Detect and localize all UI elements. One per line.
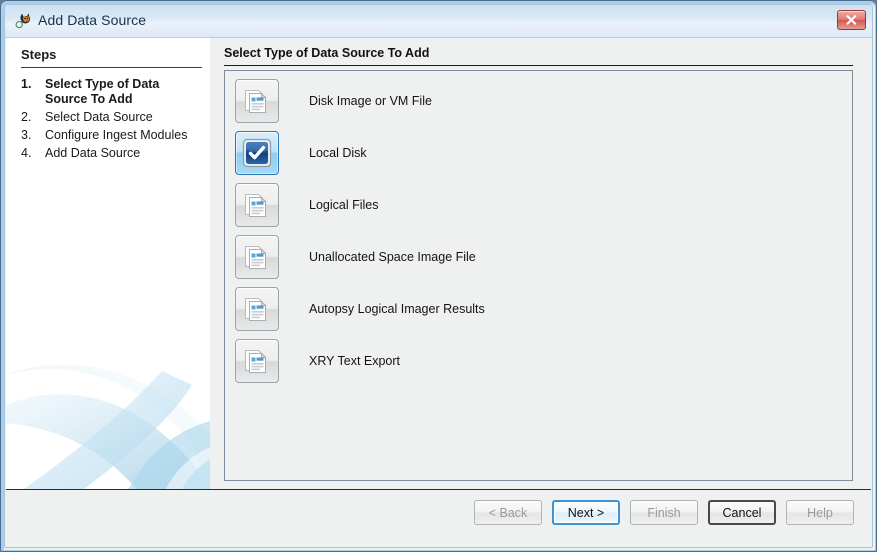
step-label: Add Data Source <box>45 146 141 160</box>
window-inner-frame: Add Data Source Steps 1. Select Type of … <box>4 4 873 548</box>
blue-check-disk-icon <box>235 131 279 175</box>
source-type-logical-files[interactable]: Logical Files <box>235 183 848 227</box>
autopsy-dog-icon <box>14 12 33 31</box>
documents-stack-icon <box>235 287 279 331</box>
source-type-label: Disk Image or VM File <box>309 94 432 108</box>
steps-divider <box>21 67 202 68</box>
title-bar: Add Data Source <box>5 5 872 38</box>
step-number: 2. <box>21 110 32 124</box>
step-item-3: 3. Configure Ingest Modules <box>21 128 204 143</box>
cancel-button[interactable]: Cancel <box>708 500 776 525</box>
help-button[interactable]: Help <box>786 500 854 525</box>
source-type-unallocated-space-image-file[interactable]: Unallocated Space Image File <box>235 235 848 279</box>
steps-panel: Steps 1. Select Type of Data Source To A… <box>6 38 210 489</box>
close-button[interactable] <box>837 10 866 30</box>
source-type-disk-image-or-vm-file[interactable]: Disk Image or VM File <box>235 79 848 123</box>
back-button[interactable]: < Back <box>474 500 542 525</box>
add-data-source-window: Add Data Source Steps 1. Select Type of … <box>0 0 877 552</box>
source-type-label: Autopsy Logical Imager Results <box>309 302 485 316</box>
source-type-label: Unallocated Space Image File <box>309 250 476 264</box>
step-number: 3. <box>21 128 32 142</box>
documents-stack-icon <box>235 79 279 123</box>
step-item-2: 2. Select Data Source <box>21 110 204 125</box>
page-title: Select Type of Data Source To Add <box>224 46 430 60</box>
step-label: Select Type of Data Source To Add <box>45 77 160 106</box>
source-type-xry-text-export[interactable]: XRY Text Export <box>235 339 848 383</box>
footer-divider <box>6 489 871 490</box>
documents-stack-icon <box>235 235 279 279</box>
step-item-1: 1. Select Type of Data Source To Add <box>21 77 204 107</box>
finish-button[interactable]: Finish <box>630 500 698 525</box>
source-type-label: Local Disk <box>309 146 367 160</box>
step-label: Select Data Source <box>45 110 153 124</box>
documents-stack-icon <box>235 339 279 383</box>
close-icon <box>846 15 857 25</box>
data-source-type-list[interactable]: Disk Image or VM File Local Disk Logical… <box>224 70 853 481</box>
steps-list: 1. Select Type of Data Source To Add 2. … <box>21 74 204 161</box>
source-type-autopsy-logical-imager-results[interactable]: Autopsy Logical Imager Results <box>235 287 848 331</box>
steps-heading: Steps <box>21 47 57 62</box>
main-pane: Select Type of Data Source To Add Disk I… <box>210 38 871 489</box>
window-title: Add Data Source <box>38 12 147 28</box>
source-type-label: Logical Files <box>309 198 379 212</box>
source-type-local-disk[interactable]: Local Disk <box>235 131 848 175</box>
dialog-button-row: < Back Next > Finish Cancel Help <box>474 500 854 525</box>
page-title-divider <box>224 65 853 66</box>
documents-stack-icon <box>235 183 279 227</box>
decorative-swoosh-graphic <box>6 364 210 489</box>
dialog-content: Steps 1. Select Type of Data Source To A… <box>5 38 872 547</box>
step-item-4: 4. Add Data Source <box>21 146 204 161</box>
next-button[interactable]: Next > <box>552 500 620 525</box>
step-number: 4. <box>21 146 32 160</box>
dialog-footer: < Back Next > Finish Cancel Help <box>6 489 871 547</box>
step-number: 1. <box>21 77 32 91</box>
source-type-label: XRY Text Export <box>309 354 401 368</box>
step-label: Configure Ingest Modules <box>45 128 188 142</box>
